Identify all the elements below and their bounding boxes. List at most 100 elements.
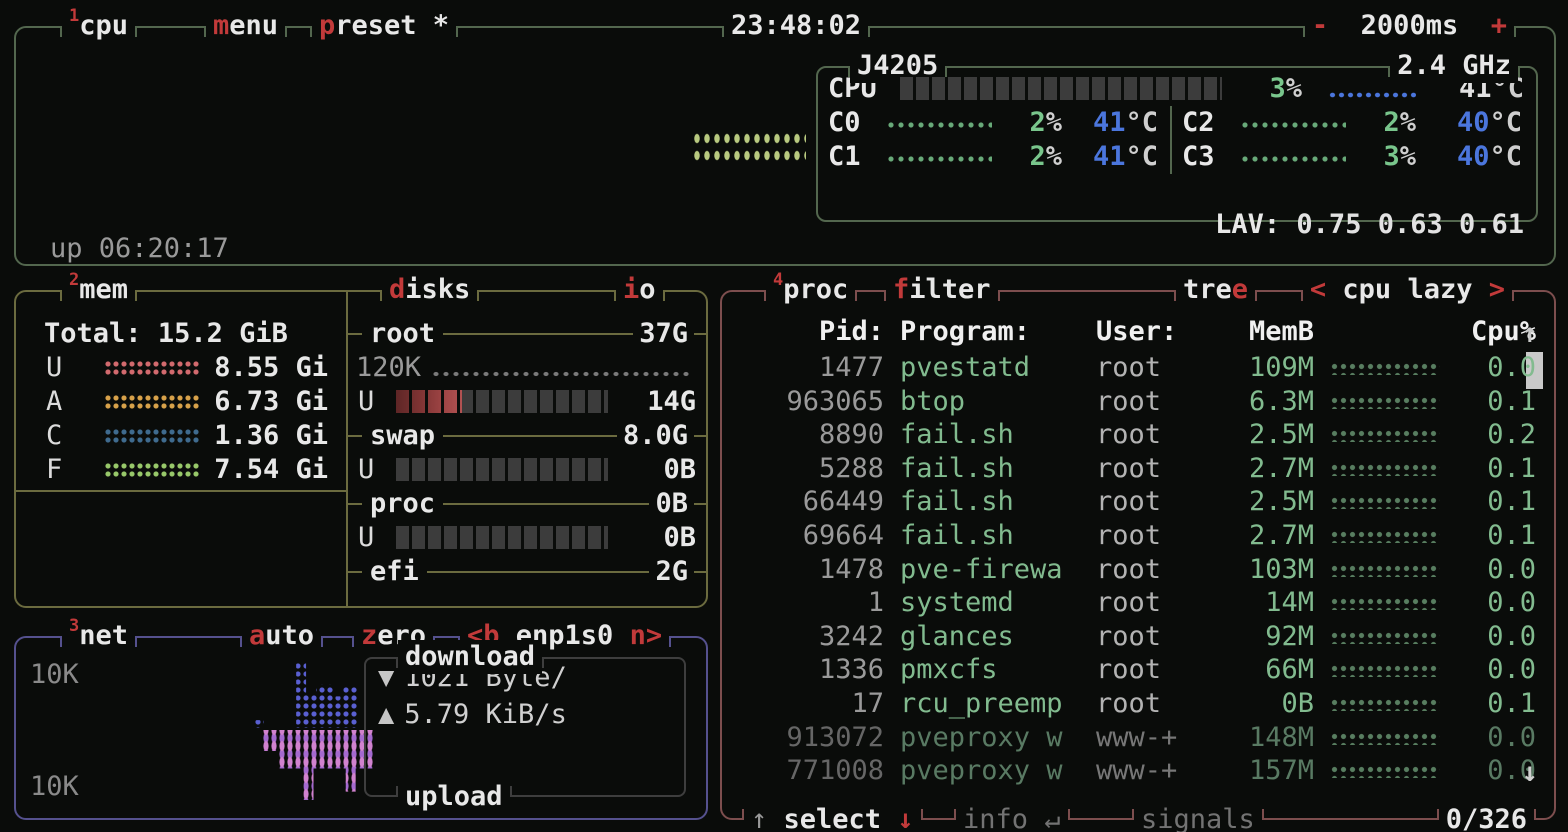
process-cpu: 0.0 — [1450, 586, 1536, 620]
memory-row-graph — [104, 394, 200, 410]
process-row[interactable]: 66449fail.shroot2.5M0.1 — [722, 485, 1554, 519]
core-percent: 2% — [992, 106, 1062, 140]
core-temp: 41°C — [1062, 106, 1170, 140]
memory-row-graph — [104, 462, 200, 478]
filter-button[interactable]: filter — [884, 273, 1000, 307]
column-header-program[interactable]: Program: — [900, 315, 1082, 349]
process-mem: 103M — [1208, 553, 1314, 587]
menu-hotkey: m — [213, 10, 229, 41]
disk-used-meter — [396, 458, 608, 481]
refresh-decrease-button[interactable]: - — [1312, 10, 1328, 41]
disk-heading-line — [694, 333, 706, 335]
disk-heading-line — [443, 503, 649, 505]
info-button[interactable]: info ↵ — [954, 803, 1070, 832]
select-control[interactable]: ↑ select ↓ — [742, 803, 923, 832]
process-row[interactable]: 8890fail.shroot2.5M0.2 — [722, 418, 1554, 452]
process-row[interactable]: 1477pvestatdroot109M0.0 — [722, 351, 1554, 385]
process-mem: 92M — [1208, 620, 1314, 654]
net-title-label: net — [79, 620, 128, 651]
process-cpu-graph — [1330, 463, 1440, 476]
refresh-increase-button[interactable]: + — [1491, 10, 1507, 41]
preset-label: reset * — [335, 10, 449, 41]
select-label: select — [784, 804, 882, 832]
process-row[interactable]: 69664fail.shroot2.7M0.1 — [722, 519, 1554, 553]
process-cpu-graph — [1330, 496, 1440, 509]
process-mem: 109M — [1208, 351, 1314, 385]
btop-terminal: 1cpu menu preset * 23:48:02 - 2000ms + J… — [0, 0, 1568, 832]
disk-used-meter — [396, 526, 608, 549]
process-cpu-graph — [1330, 564, 1440, 577]
process-mem: 2.7M — [1208, 519, 1314, 553]
process-pid: 913072 — [736, 721, 884, 755]
mem-box: 2mem disks io Total: 15.2 GiB U8.55 GiA6… — [14, 290, 708, 608]
cpu-title-label: cpu — [79, 10, 128, 41]
core-temp: 41°C — [1062, 140, 1170, 174]
tree-button[interactable]: tree — [1174, 273, 1257, 307]
filter-label: ilter — [909, 274, 990, 305]
select-up-arrow[interactable]: ↑ — [751, 804, 767, 832]
process-pid: 771008 — [736, 754, 884, 788]
process-row[interactable]: 1478pve-firewaroot103M0.0 — [722, 553, 1554, 587]
process-cpu: 0.2 — [1450, 418, 1536, 452]
disk-used-row: U0B — [348, 453, 706, 487]
process-mem: 148M — [1208, 721, 1314, 755]
column-header-pid[interactable]: Pid: — [736, 315, 884, 349]
sort-control: < cpu lazy > — [1301, 273, 1514, 307]
core-label: C2 — [1172, 106, 1240, 140]
core-usage-graph — [1240, 154, 1346, 164]
disk-name: efi — [362, 555, 427, 589]
process-count: 0/326 — [1437, 803, 1536, 832]
cpu-total-meter — [900, 77, 1222, 100]
scroll-up-arrow[interactable]: ↑ — [1522, 317, 1538, 351]
signals-button[interactable]: signals — [1132, 803, 1264, 832]
process-mem: 6.3M — [1208, 385, 1314, 419]
process-cpu-graph — [1330, 597, 1440, 610]
sort-prev-button[interactable]: < — [1310, 274, 1326, 305]
net-auto-toggle[interactable]: auto — [240, 619, 323, 653]
iface-next-button[interactable]: n> — [630, 620, 663, 651]
process-row[interactable]: 1336pmxcfsroot66M0.0 — [722, 653, 1554, 687]
process-mem: 2.5M — [1208, 418, 1314, 452]
process-row[interactable]: 1systemdroot14M0.0 — [722, 586, 1554, 620]
proc-title-label: proc — [783, 274, 848, 305]
process-name: pveproxy w — [900, 754, 1082, 788]
process-row[interactable]: 913072pveproxy wwww-+148M0.0 — [722, 721, 1554, 755]
core-row-c2: C22%40°C — [1172, 106, 1534, 140]
process-row[interactable]: 771008pveproxy wwww-+157M0.0 — [722, 754, 1554, 788]
net-box-title[interactable]: 3net — [60, 619, 137, 653]
core-label: C3 — [1172, 140, 1240, 174]
process-mem: 2.5M — [1208, 485, 1314, 519]
sort-next-button[interactable]: > — [1489, 274, 1505, 305]
process-pid: 17 — [736, 687, 884, 721]
process-row[interactable]: 17rcu_preemproot0B0.1 — [722, 687, 1554, 721]
column-header-user[interactable]: User: — [1096, 315, 1208, 349]
core-column: C02%41°CC12%41°C — [818, 106, 1170, 174]
scroll-down-arrow[interactable]: ↓ — [1522, 756, 1538, 790]
net-info-panel: download ▼1021 Byte/ ▲5.79 KiB/s upload — [364, 657, 686, 797]
process-row[interactable]: 963065btoproot6.3M0.1 — [722, 385, 1554, 419]
column-header-mem[interactable]: MemB — [1208, 315, 1314, 349]
cpu-temp-graph — [1328, 91, 1416, 99]
cpu-box-title[interactable]: 1cpu — [60, 9, 137, 43]
disk-used-row: U0B — [348, 521, 706, 555]
memory-total: Total: 15.2 GiB — [16, 292, 346, 351]
process-name: pveproxy w — [900, 721, 1082, 755]
menu-button[interactable]: menu — [204, 9, 287, 43]
memory-row-value: 7.54 Gi — [200, 453, 346, 487]
select-down-arrow[interactable]: ↓ — [897, 804, 913, 832]
process-cpu-graph — [1330, 530, 1440, 543]
proc-hotkey: 4 — [773, 270, 783, 290]
process-row[interactable]: 5288fail.shroot2.7M0.1 — [722, 452, 1554, 486]
cpu-total-percent: 3 — [1269, 73, 1285, 104]
process-row[interactable]: 3242glancesroot92M0.0 — [722, 620, 1554, 654]
zero-hotkey: z — [361, 620, 377, 651]
process-user: root — [1096, 385, 1208, 419]
process-cpu-graph — [1330, 631, 1440, 644]
process-name: systemd — [900, 586, 1082, 620]
process-pid: 69664 — [736, 519, 884, 553]
proc-box-title[interactable]: 4proc — [764, 273, 857, 307]
preset-button[interactable]: preset * — [310, 9, 458, 43]
process-pid: 1478 — [736, 553, 884, 587]
process-name: fail.sh — [900, 418, 1082, 452]
auto-label: uto — [265, 620, 314, 651]
